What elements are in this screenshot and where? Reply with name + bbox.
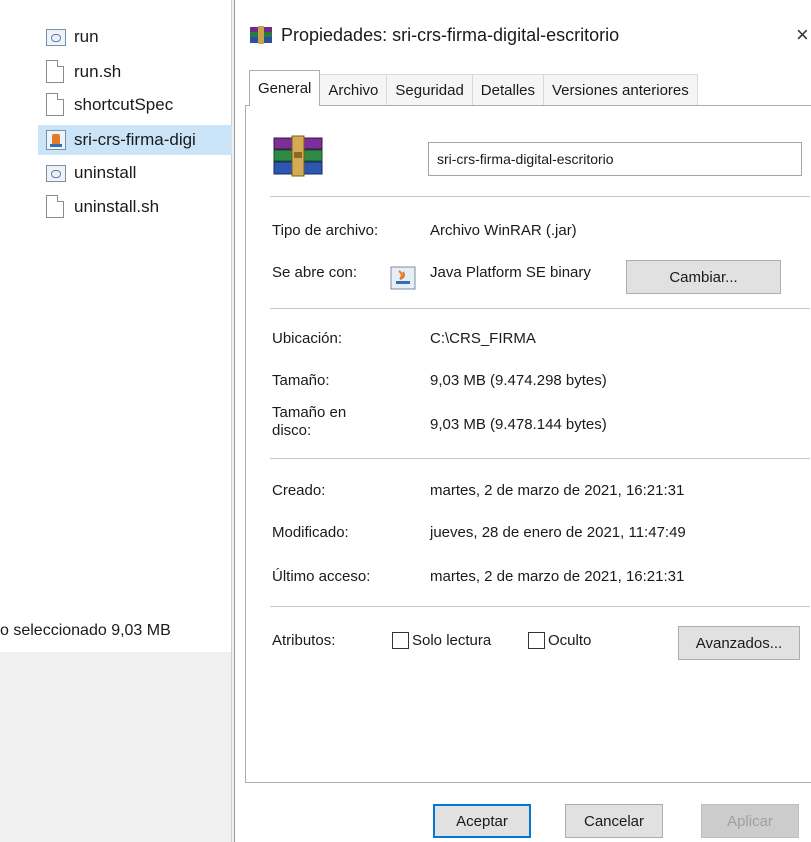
tab-seguridad[interactable]: Seguridad	[386, 74, 473, 106]
location-label: Ubicación:	[272, 330, 343, 347]
hidden-checkbox[interactable]	[528, 632, 545, 649]
modified-label: Modificado:	[272, 524, 349, 541]
created-label: Creado:	[272, 482, 326, 499]
file-name: uninstall	[74, 163, 137, 182]
cancel-button[interactable]: Cancelar	[565, 804, 663, 838]
separator	[270, 606, 810, 607]
winrar-icon	[250, 26, 272, 44]
change-button[interactable]: Cambiar...	[626, 260, 781, 294]
file-item-run[interactable]: run	[46, 22, 236, 52]
size-on-disk-value: 9,03 MB (9.478.144 bytes)	[430, 416, 607, 433]
close-icon[interactable]: ×	[796, 22, 811, 48]
file-type-label: Tipo de archivo:	[272, 222, 379, 239]
file-icon	[46, 93, 66, 117]
accessed-value: martes, 2 de marzo de 2021, 16:21:31	[430, 568, 685, 585]
file-name: run.sh	[74, 62, 122, 81]
exe-icon	[46, 25, 66, 49]
size-value: 9,03 MB (9.474.298 bytes)	[430, 372, 607, 389]
title-bar[interactable]: Propiedades: sri-crs-firma-digital-escri…	[235, 0, 811, 72]
file-item-uninstall-sh[interactable]: uninstall.sh	[46, 192, 236, 222]
separator	[270, 196, 810, 197]
dialog-title: Propiedades: sri-crs-firma-digital-escri…	[281, 25, 620, 45]
file-name: sri-crs-firma-digi	[74, 130, 196, 149]
separator	[270, 308, 810, 309]
readonly-label[interactable]: Solo lectura	[412, 632, 491, 649]
java-jar-icon	[46, 128, 66, 152]
file-list: run run.sh shortcutSpec sri-crs-firma-di…	[0, 0, 232, 652]
java-icon	[390, 266, 416, 290]
tab-archivo[interactable]: Archivo	[319, 74, 388, 106]
tab-detalles[interactable]: Detalles	[471, 74, 544, 106]
size-on-disk-label-line1: Tamaño en	[272, 404, 347, 421]
tab-general[interactable]: General	[249, 70, 321, 106]
file-name: run	[74, 27, 99, 46]
file-item-shortcutspec[interactable]: shortcutSpec	[46, 90, 236, 120]
accessed-label: Último acceso:	[272, 568, 371, 585]
size-on-disk-label: Tamaño en disco:	[272, 404, 346, 440]
file-type-value: Archivo WinRAR (.jar)	[430, 222, 577, 239]
general-tab-panel: sri-crs-firma-digital-escritorio Tipo de…	[245, 105, 811, 783]
winrar-archive-icon	[273, 135, 323, 177]
size-on-disk-label-line2: disco:	[272, 422, 312, 439]
ok-button[interactable]: Aceptar	[433, 804, 531, 838]
file-explorer-pane: run run.sh shortcutSpec sri-crs-firma-di…	[0, 0, 232, 842]
readonly-checkbox[interactable]	[392, 632, 409, 649]
file-name-input[interactable]: sri-crs-firma-digital-escritorio	[428, 142, 802, 176]
file-name: uninstall.sh	[74, 197, 160, 216]
created-value: martes, 2 de marzo de 2021, 16:21:31	[430, 482, 685, 499]
exe-icon	[46, 161, 66, 185]
file-item-uninstall[interactable]: uninstall	[46, 158, 236, 188]
hidden-label[interactable]: Oculto	[548, 632, 591, 649]
size-label: Tamaño:	[272, 372, 330, 389]
file-item-sri-crs-firma-digital[interactable]: sri-crs-firma-digi	[38, 125, 232, 155]
opens-with-label: Se abre con:	[272, 264, 358, 281]
file-icon	[46, 60, 66, 84]
properties-dialog: Propiedades: sri-crs-firma-digital-escri…	[234, 0, 811, 842]
attributes-label: Atributos:	[272, 632, 336, 649]
file-name: shortcutSpec	[74, 95, 174, 114]
opens-with-value: Java Platform SE binary	[430, 264, 591, 281]
file-item-run-sh[interactable]: run.sh	[46, 57, 236, 87]
status-bar-text: o seleccionado 9,03 MB	[0, 622, 171, 639]
modified-value: jueves, 28 de enero de 2021, 11:47:49	[430, 524, 686, 541]
apply-button[interactable]: Aplicar	[701, 804, 799, 838]
tab-strip: General Archivo Seguridad Detalles Versi…	[249, 70, 698, 106]
tab-versiones-anteriores[interactable]: Versiones anteriores	[543, 74, 698, 106]
location-value: C:\CRS_FIRMA	[430, 330, 536, 347]
file-icon	[46, 195, 66, 219]
separator	[270, 458, 810, 459]
advanced-button[interactable]: Avanzados...	[678, 626, 800, 660]
